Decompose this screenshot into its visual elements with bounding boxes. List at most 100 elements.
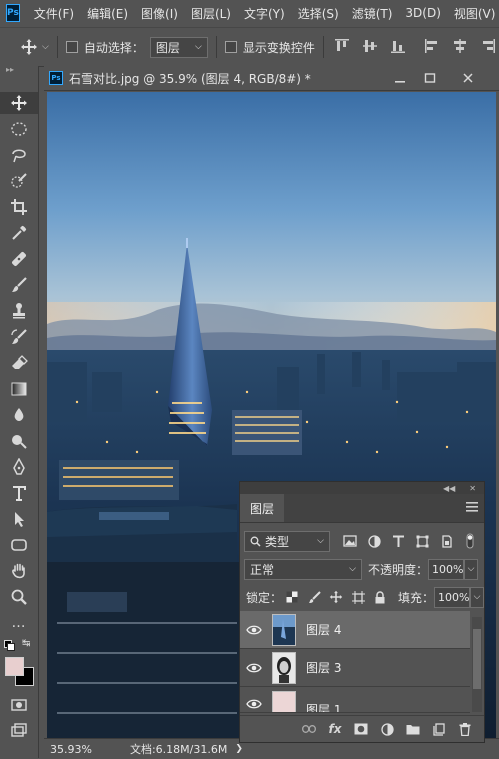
layer-style-button[interactable]: fx <box>322 718 348 740</box>
close-panel-icon[interactable]: ✕ <box>469 484 476 493</box>
opacity-dropdown-button[interactable]: ⌵ <box>464 558 479 580</box>
align-right-icon[interactable] <box>480 38 496 57</box>
lock-position-icon[interactable] <box>326 587 346 607</box>
move-tool-preset-icon[interactable] <box>20 38 38 56</box>
chevron-right-icon[interactable]: ❯ <box>235 744 243 754</box>
eraser-tool-icon[interactable] <box>0 352 38 374</box>
add-mask-icon[interactable] <box>348 718 374 740</box>
more-tools-icon[interactable]: … <box>0 612 38 634</box>
marquee-tool-icon[interactable] <box>0 118 38 140</box>
blend-mode-dropdown[interactable]: 正常 ⌵ <box>244 558 362 580</box>
filter-shape-icon[interactable] <box>412 531 432 551</box>
align-top-icon[interactable] <box>334 38 350 57</box>
gradient-tool-icon[interactable] <box>0 378 38 400</box>
minimize-icon[interactable] <box>390 69 410 87</box>
hand-tool-icon[interactable] <box>0 560 38 582</box>
filter-adjustment-icon[interactable] <box>364 531 384 551</box>
new-layer-icon[interactable] <box>426 718 452 740</box>
photoshop-logo[interactable]: Ps <box>6 4 20 22</box>
fill-input[interactable]: 100% <box>434 586 471 608</box>
align-left-icon[interactable] <box>424 38 440 57</box>
default-colors-icon[interactable] <box>4 640 15 651</box>
lock-all-icon[interactable] <box>370 587 390 607</box>
transform-controls-checkbox[interactable] <box>224 41 237 53</box>
auto-select-dropdown[interactable]: 图层 ⌵ <box>149 36 208 58</box>
menu-type[interactable]: 文字(Y) <box>244 5 285 22</box>
layer-row-1[interactable]: 图层 1 <box>240 687 470 713</box>
foreground-color-swatch[interactable] <box>5 657 24 676</box>
align-horizontal-center-icon[interactable] <box>452 38 468 57</box>
screen-mode-icon[interactable] <box>0 720 38 742</box>
blend-mode-row: 正常 ⌵ 不透明度： 100% ⌵ <box>240 557 484 581</box>
eye-icon[interactable] <box>240 663 268 673</box>
search-icon <box>250 536 261 547</box>
menu-select[interactable]: 选择(S) <box>298 5 339 22</box>
quick-selection-tool-icon[interactable] <box>0 170 38 192</box>
chevron-down-icon[interactable]: ⌵ <box>42 42 49 52</box>
lock-transparent-pixels-icon[interactable] <box>282 587 302 607</box>
new-adjustment-layer-icon[interactable] <box>374 718 400 740</box>
filter-pixel-icon[interactable] <box>340 531 360 551</box>
clone-stamp-tool-icon[interactable] <box>0 300 38 322</box>
auto-select-checkbox[interactable] <box>65 41 78 53</box>
type-tool-icon[interactable] <box>0 482 38 504</box>
menu-view[interactable]: 视图(V) <box>454 5 496 22</box>
move-tool-icon[interactable] <box>0 92 38 114</box>
lock-image-pixels-icon[interactable] <box>304 587 324 607</box>
filter-kind-dropdown[interactable]: 类型 ⌵ <box>244 530 330 552</box>
menu-filter[interactable]: 滤镜(T) <box>352 5 393 22</box>
eye-icon[interactable] <box>240 625 268 635</box>
panel-menu-icon[interactable] <box>466 501 478 515</box>
menu-bar: Ps 文件(F) 编辑(E) 图像(I) 图层(L) 文字(Y) 选择(S) 滤… <box>0 0 499 26</box>
tab-layers[interactable]: 图层 <box>240 494 285 522</box>
panel-collapse-icon[interactable]: ▸▸ <box>0 66 38 74</box>
delete-layer-icon[interactable] <box>452 718 478 740</box>
menu-file[interactable]: 文件(F) <box>34 5 74 22</box>
zoom-tool-icon[interactable] <box>0 586 38 608</box>
new-group-icon[interactable] <box>400 718 426 740</box>
opacity-input[interactable]: 100% <box>428 558 465 580</box>
filter-smart-object-icon[interactable] <box>436 531 456 551</box>
align-vertical-center-icon[interactable] <box>362 38 378 57</box>
filter-kind-value: 类型 <box>265 534 290 549</box>
healing-brush-tool-icon[interactable] <box>0 248 38 270</box>
maximize-icon[interactable] <box>420 69 440 87</box>
layer-name: 图层 4 <box>306 623 342 637</box>
eyedropper-tool-icon[interactable] <box>0 222 38 244</box>
fill-dropdown-button[interactable]: ⌵ <box>470 586 485 608</box>
blur-tool-icon[interactable] <box>0 404 38 426</box>
rectangle-tool-icon[interactable] <box>0 534 38 556</box>
path-selection-tool-icon[interactable] <box>0 508 38 530</box>
transform-controls-label: 显示变换控件 <box>242 40 315 55</box>
crop-tool-icon[interactable] <box>0 196 38 218</box>
chevron-down-icon: ⌵ <box>467 564 475 574</box>
quick-mask-icon[interactable] <box>0 694 38 716</box>
layers-scrollbar[interactable] <box>472 617 482 712</box>
swap-colors-icon[interactable]: ↹ <box>22 638 30 649</box>
layer-row-3[interactable]: 图层 3 <box>240 649 470 687</box>
lasso-tool-icon[interactable] <box>0 144 38 166</box>
menu-image[interactable]: 图像(I) <box>141 5 178 22</box>
close-icon[interactable] <box>458 69 478 87</box>
eye-icon[interactable] <box>240 699 268 709</box>
layer-row-4[interactable]: 图层 4 <box>240 611 470 649</box>
collapse-panel-icon[interactable]: ◀◀ <box>443 484 455 493</box>
auto-select-value: 图层 <box>155 40 180 55</box>
document-size-info[interactable]: 文档:6.18M/31.6M <box>130 741 227 757</box>
filter-type-icon[interactable] <box>388 531 408 551</box>
panel-grip[interactable]: ◀◀ ✕ <box>240 482 484 494</box>
align-bottom-icon[interactable] <box>390 38 406 57</box>
zoom-level[interactable]: 35.93% <box>50 743 92 756</box>
brush-tool-icon[interactable] <box>0 274 38 296</box>
document-tab[interactable]: Ps 石雪对比.jpg @ 35.9% (图层 4, RGB/8#) * <box>44 66 499 91</box>
dodge-tool-icon[interactable] <box>0 430 38 452</box>
menu-edit[interactable]: 编辑(E) <box>87 5 128 22</box>
pen-tool-icon[interactable] <box>0 456 38 478</box>
link-layers-icon[interactable] <box>296 718 322 740</box>
filter-toggle-icon[interactable] <box>460 531 480 551</box>
history-brush-tool-icon[interactable] <box>0 326 38 348</box>
menu-layer[interactable]: 图层(L) <box>191 5 231 22</box>
menu-3d[interactable]: 3D(D) <box>405 6 440 20</box>
lock-artboard-icon[interactable] <box>348 587 368 607</box>
scrollbar-thumb[interactable] <box>473 629 481 689</box>
